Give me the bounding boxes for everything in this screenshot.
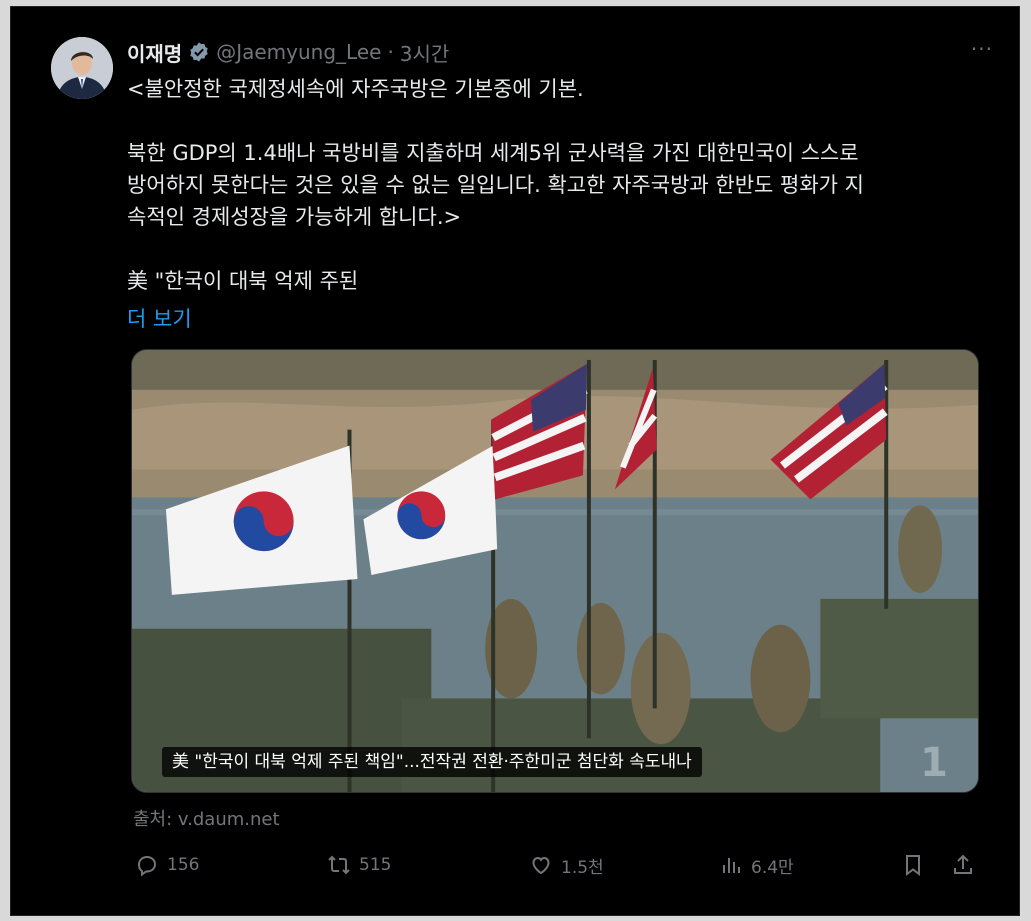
views-button[interactable]: 6.4만 xyxy=(719,847,794,883)
card-caption: 美 "한국이 대북 억제 주된 책임"...전작권 전환·주한미군 첨단화 속도… xyxy=(162,747,702,777)
like-button[interactable]: 1.5천 xyxy=(529,847,604,883)
svg-text:1: 1 xyxy=(920,740,948,786)
tweet-header: 이재명 @Jaemyung_Lee · 3시간 xyxy=(127,37,449,67)
link-card[interactable]: 1 美 "한국이 대북 억제 주된 책임"...전작권 전환·주한미군 첨단화 … xyxy=(131,349,979,793)
views-count: 6.4만 xyxy=(751,857,794,878)
tweet-frame: 이재명 @Jaemyung_Lee · 3시간 ··· <불안정한 국제정세속에… xyxy=(10,6,1020,916)
retweet-count: 515 xyxy=(359,855,392,875)
like-count: 1.5천 xyxy=(561,857,604,878)
show-more-link[interactable]: 더 보기 xyxy=(127,303,192,333)
bookmark-button[interactable] xyxy=(901,847,933,883)
verified-badge-icon xyxy=(190,42,208,62)
tweet[interactable]: 이재명 @Jaemyung_Lee · 3시간 ··· <불안정한 국제정세속에… xyxy=(11,7,1019,915)
author-handle[interactable]: @Jaemyung_Lee xyxy=(216,40,381,64)
reply-count: 156 xyxy=(167,855,200,875)
avatar[interactable] xyxy=(51,37,113,99)
bookmark-icon xyxy=(906,855,920,876)
tweet-text: <불안정한 국제정세속에 자주국방은 기본중에 기본. 북한 GDP의 1.4배… xyxy=(127,77,864,293)
share-button[interactable] xyxy=(951,847,983,883)
retweet-icon xyxy=(328,855,350,875)
more-options-icon[interactable]: ··· xyxy=(971,37,993,61)
action-bar: 156 515 1.5천 6.4만 xyxy=(131,847,991,883)
reply-icon xyxy=(137,855,157,877)
separator-dot: · xyxy=(387,40,394,64)
timestamp[interactable]: 3시간 xyxy=(400,38,450,67)
card-image: 1 xyxy=(132,350,978,792)
share-icon xyxy=(954,854,972,874)
card-source[interactable]: 출처: v.daum.net xyxy=(133,805,280,831)
retweet-button[interactable]: 515 xyxy=(327,847,391,883)
reply-button[interactable]: 156 xyxy=(135,847,199,883)
author-name[interactable]: 이재명 xyxy=(127,38,182,67)
heart-icon xyxy=(532,856,550,875)
views-icon xyxy=(723,858,740,873)
